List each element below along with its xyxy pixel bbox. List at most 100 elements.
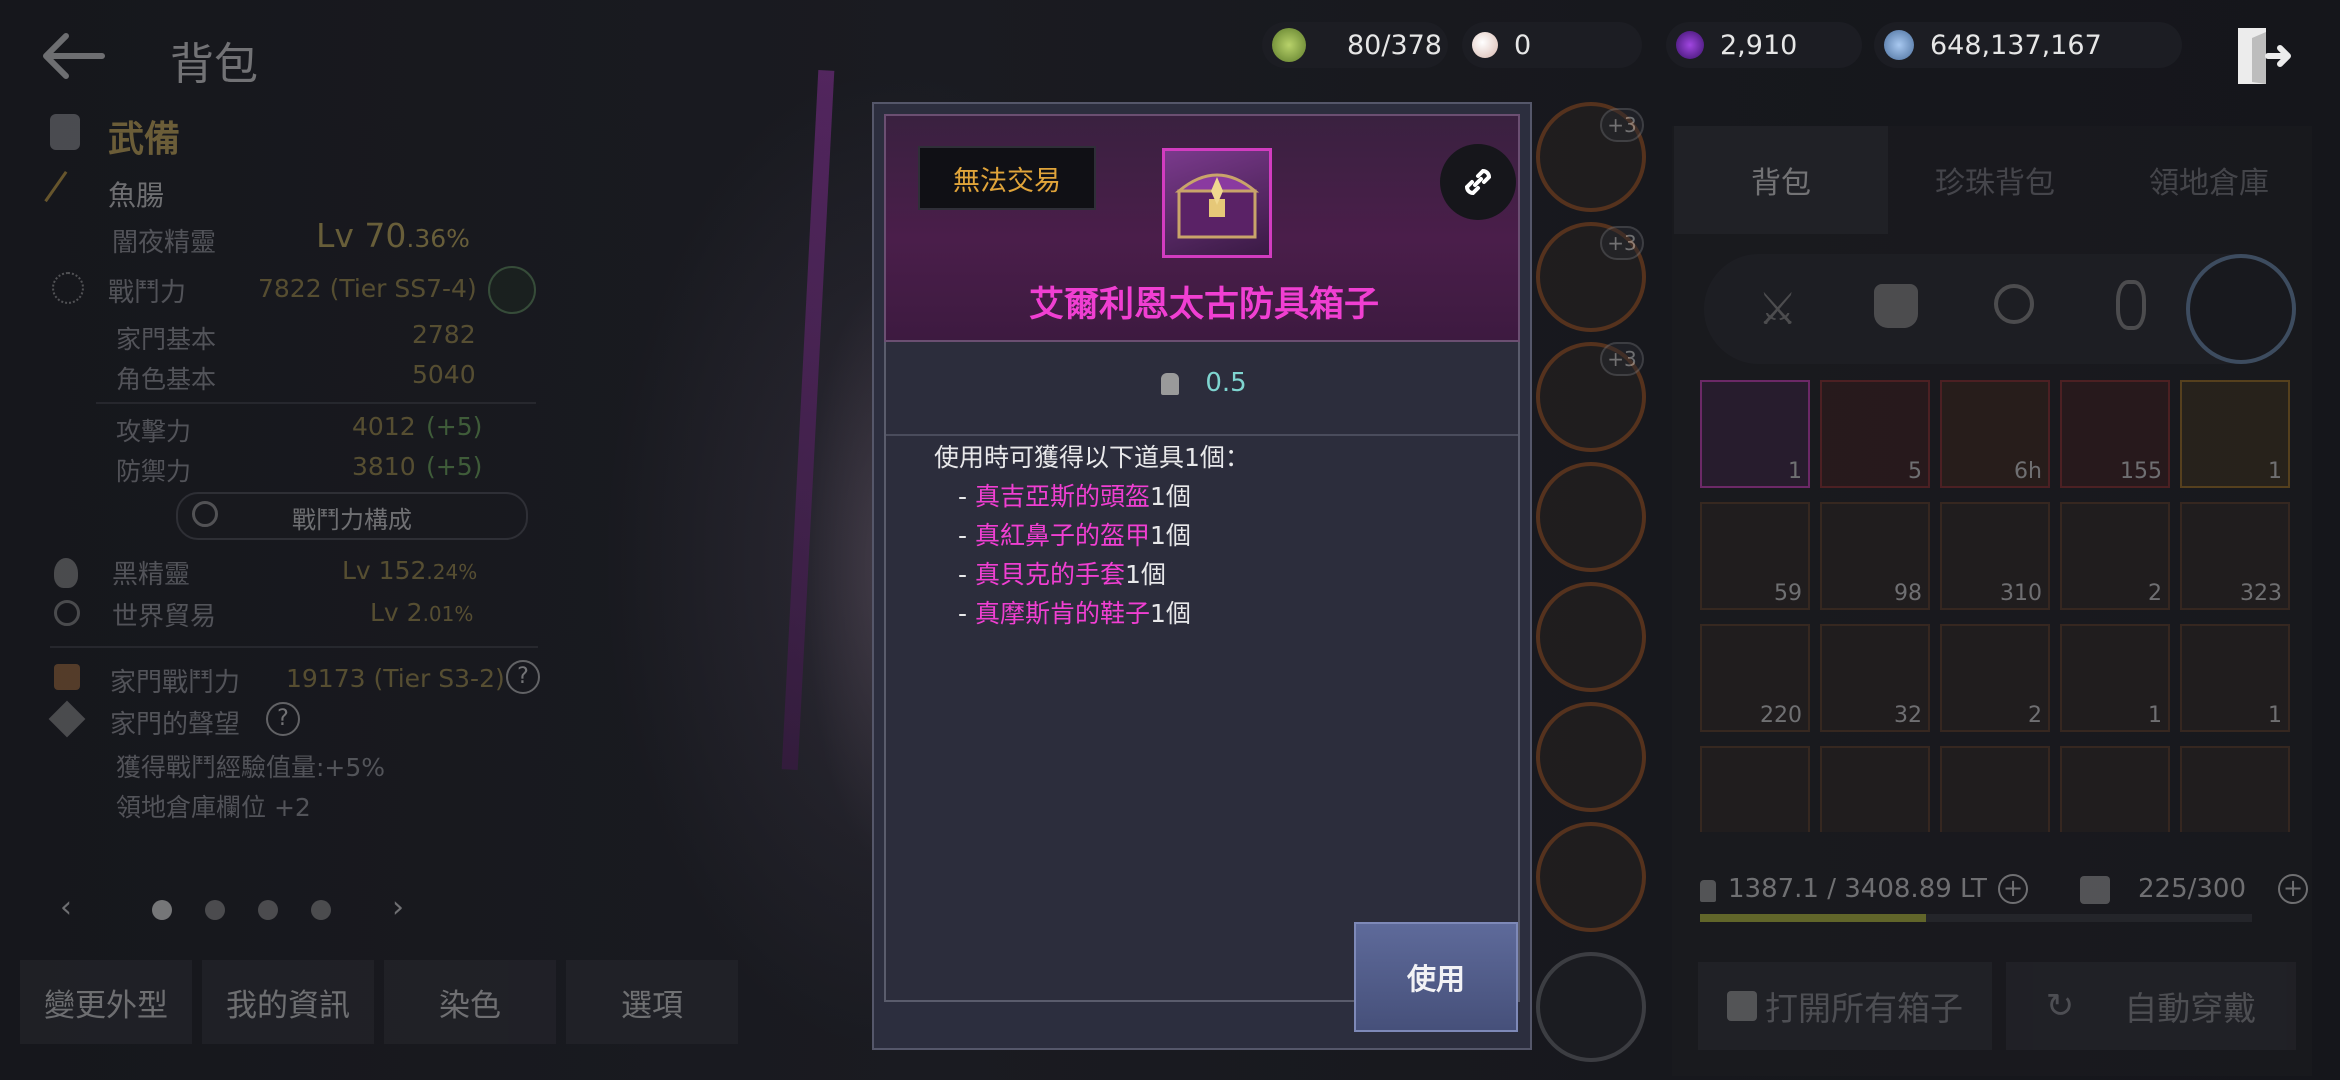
- inventory-slot[interactable]: 59: [1700, 502, 1810, 610]
- inventory-slot[interactable]: 1: [1700, 380, 1810, 488]
- consumable-category-icon[interactable]: [2186, 254, 2296, 364]
- change-appearance-button[interactable]: 變更外型: [20, 960, 192, 1044]
- inventory-slot[interactable]: [1700, 746, 1810, 832]
- inventory-slot[interactable]: [1940, 746, 2050, 832]
- page-title: 背包: [170, 39, 258, 90]
- back-arrow-icon: [43, 33, 105, 79]
- helmet-icon: [50, 114, 80, 150]
- add-slots-icon[interactable]: +: [2278, 874, 2308, 904]
- reward-item: - 真貝克的手套1個: [958, 560, 1166, 589]
- attack-label: 攻擊力: [116, 417, 192, 446]
- inventory-slot[interactable]: 1: [2180, 380, 2290, 488]
- equip-slot[interactable]: [1536, 462, 1646, 572]
- inventory-slot[interactable]: 6h: [1940, 380, 2050, 488]
- page-dot[interactable]: [258, 900, 278, 920]
- silver-counter: 648,137,167: [1874, 22, 2182, 68]
- use-button[interactable]: 使用: [1354, 922, 1518, 1032]
- inventory-slot[interactable]: 1: [2060, 624, 2170, 732]
- defense-label: 防禦力: [116, 457, 192, 486]
- stats-panel: 武備 魚腸 闇夜精靈 Lv 70.36% 戰鬥力 7822 (Tier SS7-…: [40, 106, 560, 866]
- weight-bar-fill: [1700, 914, 1927, 922]
- fame-label: 家門的聲望: [110, 710, 241, 740]
- treasure-chest-icon: [1174, 173, 1260, 239]
- armor-category-icon[interactable]: [1874, 284, 1918, 328]
- popup-header: 無法交易 艾爾利恩太古防具箱子: [884, 114, 1520, 342]
- equip-slot[interactable]: [1536, 822, 1646, 932]
- reward-item: - 真吉亞斯的頭盔1個: [958, 482, 1191, 511]
- dye-button[interactable]: 染色: [384, 960, 556, 1044]
- chain-link-icon: [1464, 168, 1492, 196]
- prev-page-icon[interactable]: ‹: [60, 890, 72, 925]
- my-info-button[interactable]: 我的資訊: [202, 960, 374, 1044]
- fame-icon: [48, 700, 86, 738]
- back-button[interactable]: [38, 30, 108, 82]
- family-power-value: 19173 (Tier S3-2): [286, 664, 505, 693]
- inventory-slot[interactable]: 1: [2180, 624, 2290, 732]
- inventory-slot[interactable]: 2: [2060, 502, 2170, 610]
- item-detail-popup: 無法交易 艾爾利恩太古防具箱子 0.5 使用時可獲得以下道具1個： - 真吉亞斯…: [872, 102, 1532, 1050]
- box-icon: [1727, 991, 1757, 1021]
- tab-storage[interactable]: 領地倉庫: [2102, 126, 2316, 234]
- equip-slot[interactable]: [1536, 952, 1646, 1062]
- inventory-slot[interactable]: [1820, 746, 1930, 832]
- weight-bar: [1700, 914, 2252, 922]
- tab-inventory[interactable]: 背包: [1674, 126, 1888, 234]
- inventory-slot[interactable]: 155: [2060, 380, 2170, 488]
- add-weight-icon[interactable]: +: [1998, 874, 2028, 904]
- black-spirit-label: 黑精靈: [112, 560, 191, 590]
- weight-icon: [1700, 880, 1716, 902]
- enhance-badge: +3: [1600, 342, 1644, 376]
- inventory-slot[interactable]: 5: [1820, 380, 1930, 488]
- page-dot-active[interactable]: [152, 900, 172, 920]
- inventory-slot[interactable]: 2: [1940, 624, 2050, 732]
- options-button[interactable]: 選項: [566, 960, 738, 1044]
- level-value: Lv 70.36%: [316, 216, 470, 255]
- inventory-slot[interactable]: 220: [1700, 624, 1810, 732]
- open-all-boxes-button[interactable]: 打開所有箱子: [1698, 962, 1992, 1050]
- bag-icon: [2080, 876, 2110, 904]
- contribution-icon: [1676, 31, 1704, 59]
- crystal-category-icon[interactable]: [2116, 280, 2146, 330]
- inventory-slot[interactable]: 323: [2180, 502, 2290, 610]
- power-icon: [52, 272, 84, 304]
- tab-pearl-inventory[interactable]: 珍珠背包: [1888, 126, 2102, 234]
- tier-badge-icon[interactable]: [488, 266, 536, 314]
- refresh-icon: ↻: [2045, 986, 2075, 1026]
- divider: [96, 402, 536, 404]
- attack-bonus: (+5): [426, 412, 483, 441]
- family-base-label: 家門基本: [116, 325, 217, 354]
- trade-level: Lv 2.01%: [370, 598, 474, 627]
- description-text: 使用時可獲得以下道具1個：: [934, 443, 1250, 472]
- next-page-icon[interactable]: ›: [392, 890, 404, 925]
- exit-button[interactable]: [2232, 24, 2292, 88]
- auto-equip-button[interactable]: ↻ 自動穿戴: [2006, 962, 2296, 1050]
- trade-status-badge: 無法交易: [918, 146, 1096, 210]
- page-dot[interactable]: [311, 900, 331, 920]
- inventory-slot[interactable]: 310: [1940, 502, 2050, 610]
- inventory-slot[interactable]: 98: [1820, 502, 1930, 610]
- fame-help-icon[interactable]: ?: [266, 702, 300, 736]
- equip-slot[interactable]: [1536, 702, 1646, 812]
- inventory-slot[interactable]: [2180, 746, 2290, 832]
- page-dot[interactable]: [205, 900, 225, 920]
- defense-value: 3810: [352, 452, 416, 481]
- power-value: 7822 (Tier SS7-4): [258, 274, 477, 303]
- weapon-category-icon[interactable]: ⚔: [1758, 284, 1797, 335]
- inventory-slot[interactable]: [2060, 746, 2170, 832]
- slots-value: 225/300: [2138, 874, 2247, 904]
- help-icon[interactable]: ?: [506, 660, 540, 694]
- fame-bonus-2: 領地倉庫欄位 +2: [116, 793, 311, 822]
- weight-value: 1387.1 / 3408.89 LT: [1728, 874, 1987, 904]
- power-breakdown-button[interactable]: 戰鬥力構成: [176, 492, 528, 540]
- item-icon: [1162, 148, 1272, 258]
- equip-slot[interactable]: [1536, 582, 1646, 692]
- fame-bonus-1: 獲得戰鬥經驗值量:+5%: [116, 753, 386, 782]
- divider: [50, 646, 538, 648]
- inventory-slot[interactable]: 32: [1820, 624, 1930, 732]
- category-bar: ⚔: [1704, 254, 2296, 364]
- accessory-category-icon[interactable]: [1994, 284, 2034, 324]
- char-base-value: 5040: [412, 360, 476, 389]
- link-button[interactable]: [1440, 144, 1516, 220]
- exit-door-icon: [2238, 28, 2291, 84]
- family-base-value: 2782: [412, 320, 476, 349]
